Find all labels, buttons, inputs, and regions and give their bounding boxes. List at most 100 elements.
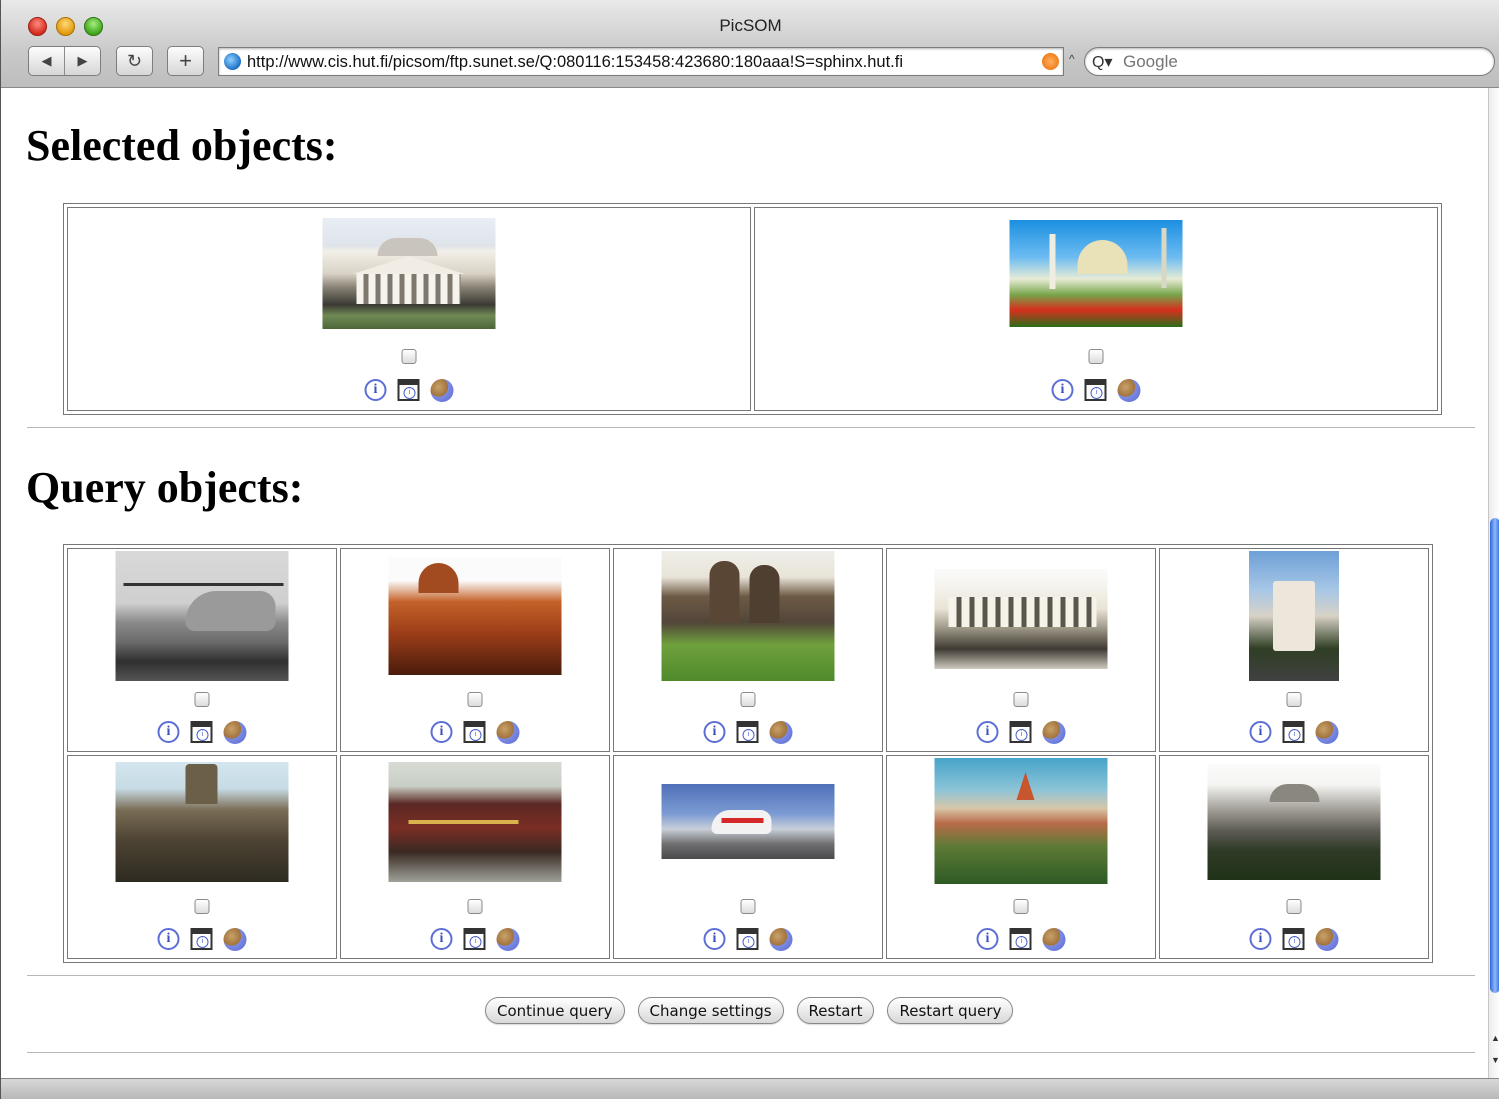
- page-info-icon[interactable]: i: [1282, 928, 1305, 950]
- globe-icon[interactable]: [769, 721, 793, 744]
- info-icon[interactable]: i: [1249, 721, 1272, 743]
- reload-button[interactable]: ↻: [116, 46, 153, 76]
- search-input[interactable]: [1121, 51, 1485, 73]
- info-icon[interactable]: i: [1249, 928, 1272, 950]
- select-checkbox[interactable]: [1088, 349, 1104, 364]
- page-info-icon[interactable]: i: [397, 379, 420, 401]
- history-caret-icon[interactable]: ^: [1069, 52, 1075, 66]
- query-object-thumbnail[interactable]: [1249, 551, 1339, 681]
- selected-object-thumbnail[interactable]: [1009, 220, 1183, 327]
- address-bar[interactable]: http://www.cis.hut.fi/picsom/ftp.sunet.s…: [218, 47, 1064, 76]
- globe-icon[interactable]: [1117, 379, 1141, 402]
- select-checkbox[interactable]: [1013, 692, 1029, 707]
- selected-object-cell: i i: [754, 207, 1438, 411]
- globe-icon[interactable]: [1315, 928, 1339, 951]
- query-object-thumbnail[interactable]: [115, 762, 289, 882]
- query-object-thumbnail[interactable]: [115, 551, 289, 681]
- query-objects-table: i i i i i i i i i i i i i i i i i i i i: [63, 544, 1433, 963]
- info-icon[interactable]: i: [1051, 379, 1074, 401]
- page-info-icon[interactable]: i: [1009, 928, 1032, 950]
- select-checkbox[interactable]: [1286, 692, 1302, 707]
- back-button[interactable]: ◀: [29, 53, 64, 69]
- select-checkbox[interactable]: [467, 692, 483, 707]
- query-object-cell: i i: [1159, 548, 1429, 752]
- query-object-cell: i i: [613, 548, 883, 752]
- page-info-icon[interactable]: i: [1084, 379, 1107, 401]
- globe-icon[interactable]: [496, 721, 520, 744]
- info-icon[interactable]: i: [430, 928, 453, 950]
- page-info-icon[interactable]: i: [1282, 721, 1305, 743]
- query-object-thumbnail[interactable]: [934, 569, 1108, 669]
- subscribe-icon[interactable]: [1042, 53, 1059, 70]
- page-info-icon[interactable]: i: [463, 721, 486, 743]
- info-icon[interactable]: i: [976, 721, 999, 743]
- query-object-thumbnail[interactable]: [934, 758, 1108, 884]
- query-object-thumbnail[interactable]: [388, 762, 562, 882]
- query-object-cell: i i: [67, 755, 337, 959]
- globe-icon[interactable]: [769, 928, 793, 951]
- select-checkbox[interactable]: [401, 349, 417, 364]
- address-text[interactable]: http://www.cis.hut.fi/picsom/ftp.sunet.s…: [247, 53, 903, 72]
- restart-button[interactable]: Restart: [796, 997, 875, 1024]
- select-checkbox[interactable]: [467, 899, 483, 914]
- query-object-cell: i i: [340, 548, 610, 752]
- globe-icon[interactable]: [223, 928, 247, 951]
- vertical-scrollbar[interactable]: ▲ ▼: [1488, 88, 1499, 1078]
- scroll-down-arrow-icon[interactable]: ▼: [1491, 1055, 1499, 1065]
- query-object-thumbnail[interactable]: [388, 557, 562, 675]
- page-info-icon[interactable]: i: [190, 721, 213, 743]
- select-checkbox[interactable]: [1286, 899, 1302, 914]
- add-bookmark-button[interactable]: +: [167, 46, 204, 76]
- select-checkbox[interactable]: [740, 899, 756, 914]
- search-field[interactable]: Q▾: [1084, 47, 1495, 76]
- selected-objects-heading: Selected objects:: [26, 121, 338, 170]
- object-action-icons: i i: [157, 928, 247, 951]
- object-action-icons: i i: [1249, 721, 1339, 744]
- scroll-up-arrow-icon[interactable]: ▲: [1491, 1033, 1499, 1043]
- change-settings-button[interactable]: Change settings: [637, 997, 784, 1024]
- page-info-icon[interactable]: i: [736, 928, 759, 950]
- select-checkbox[interactable]: [194, 899, 210, 914]
- page-info-icon[interactable]: i: [190, 928, 213, 950]
- selected-object-cell: i i: [67, 207, 751, 411]
- select-checkbox[interactable]: [1013, 899, 1029, 914]
- globe-icon[interactable]: [223, 721, 247, 744]
- object-action-icons: i i: [1249, 928, 1339, 951]
- continue-query-button[interactable]: Continue query: [485, 997, 625, 1024]
- forward-button[interactable]: ▶: [65, 53, 100, 69]
- globe-icon[interactable]: [1042, 721, 1066, 744]
- select-checkbox[interactable]: [740, 692, 756, 707]
- object-action-icons: i i: [703, 721, 793, 744]
- object-action-icons: i i: [976, 721, 1066, 744]
- info-icon[interactable]: i: [157, 928, 180, 950]
- object-action-icons: i i: [1051, 379, 1141, 402]
- selected-object-thumbnail[interactable]: [322, 218, 496, 329]
- restart-query-button[interactable]: Restart query: [887, 997, 1014, 1024]
- scrollbar-thumb[interactable]: [1490, 518, 1499, 993]
- site-globe-icon: [224, 53, 241, 70]
- info-icon[interactable]: i: [703, 928, 726, 950]
- info-icon[interactable]: i: [976, 928, 999, 950]
- query-objects-heading: Query objects:: [26, 463, 304, 512]
- page-content: Selected objects: i i i i Query objects:…: [13, 88, 1488, 1078]
- info-icon[interactable]: i: [430, 721, 453, 743]
- globe-icon[interactable]: [1315, 721, 1339, 744]
- globe-icon[interactable]: [1042, 928, 1066, 951]
- select-checkbox[interactable]: [194, 692, 210, 707]
- info-icon[interactable]: i: [157, 721, 180, 743]
- query-object-thumbnail[interactable]: [661, 784, 835, 859]
- globe-icon[interactable]: [430, 379, 454, 402]
- object-action-icons: i i: [976, 928, 1066, 951]
- query-object-cell: i i: [340, 755, 610, 959]
- page-info-icon[interactable]: i: [463, 928, 486, 950]
- status-bar: [1, 1078, 1499, 1099]
- page-info-icon[interactable]: i: [1009, 721, 1032, 743]
- nav-buttons: ◀ ▶: [28, 46, 101, 76]
- info-icon[interactable]: i: [364, 379, 387, 401]
- globe-icon[interactable]: [496, 928, 520, 951]
- query-object-thumbnail[interactable]: [1207, 764, 1381, 880]
- search-icon[interactable]: Q▾: [1092, 52, 1112, 72]
- query-object-thumbnail[interactable]: [661, 551, 835, 681]
- page-info-icon[interactable]: i: [736, 721, 759, 743]
- info-icon[interactable]: i: [703, 721, 726, 743]
